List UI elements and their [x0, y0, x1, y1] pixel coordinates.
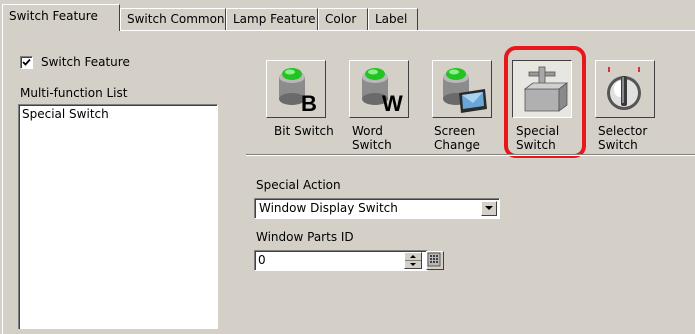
- selector-switch-button[interactable]: [595, 60, 655, 118]
- selection-highlight: [504, 46, 586, 158]
- bit-switch-button[interactable]: B: [266, 60, 326, 118]
- window-parts-id-label: Window Parts ID: [256, 230, 354, 244]
- special-action-value: Window Display Switch: [259, 201, 398, 215]
- tab-switch-feature[interactable]: Switch Feature: [2, 4, 120, 31]
- divider: [246, 154, 695, 156]
- list-item[interactable]: Special Switch: [22, 107, 214, 121]
- bit-switch-icon: B: [279, 68, 317, 115]
- multi-function-listbox[interactable]: Special Switch: [18, 104, 218, 329]
- screen-change-label-line1: Screen: [434, 124, 476, 138]
- chevron-down-icon: [485, 206, 493, 210]
- word-switch-button[interactable]: W: [349, 60, 409, 118]
- screen-change-button[interactable]: [432, 60, 492, 118]
- screen-change-icon: [443, 68, 487, 113]
- switch-feature-checkbox-label: Switch Feature: [41, 55, 130, 69]
- multi-function-list-label: Multi-function List: [20, 86, 128, 100]
- special-action-select[interactable]: Window Display Switch: [254, 198, 500, 219]
- selector-switch-label-line2: Switch: [598, 138, 638, 152]
- special-action-label: Special Action: [256, 178, 341, 192]
- keypad-button[interactable]: [426, 251, 444, 270]
- dropdown-button[interactable]: [481, 201, 497, 216]
- window-parts-id-spinner[interactable]: [404, 252, 422, 269]
- word-switch-label: Word Switch: [352, 124, 412, 152]
- tab-label[interactable]: Label: [368, 8, 418, 30]
- selector-switch-icon: [607, 67, 641, 110]
- svg-text:W: W: [382, 91, 403, 115]
- word-switch-label-line1: Word: [352, 124, 383, 138]
- window-parts-id-value: 0: [258, 253, 266, 267]
- screen-change-label-line2: Change: [434, 138, 480, 152]
- tab-bar: Switch Feature Switch Common Lamp Featur…: [0, 0, 695, 31]
- selector-switch-label-line1: Selector: [598, 124, 648, 138]
- svg-text:B: B: [301, 91, 317, 115]
- bit-switch-label: Bit Switch: [274, 124, 334, 138]
- bit-switch-label-line1: Bit Switch: [274, 124, 334, 138]
- word-switch-icon: W: [362, 68, 403, 115]
- checkmark-icon: [22, 58, 31, 66]
- switch-feature-checkbox[interactable]: [20, 55, 33, 69]
- window-parts-id-input[interactable]: 0: [254, 250, 428, 271]
- selector-switch-label: Selector Switch: [598, 124, 658, 152]
- switch-feature-checkbox-row[interactable]: Switch Feature: [20, 55, 130, 69]
- tab-lamp-feature[interactable]: Lamp Feature: [226, 8, 318, 30]
- tab-switch-common[interactable]: Switch Common: [120, 8, 226, 30]
- word-switch-label-line2: Switch: [352, 138, 392, 152]
- tab-color[interactable]: Color: [318, 8, 368, 30]
- spinner-arrows-icon: [405, 255, 421, 266]
- screen-change-label: Screen Change: [434, 124, 494, 152]
- keypad-icon: [427, 252, 441, 267]
